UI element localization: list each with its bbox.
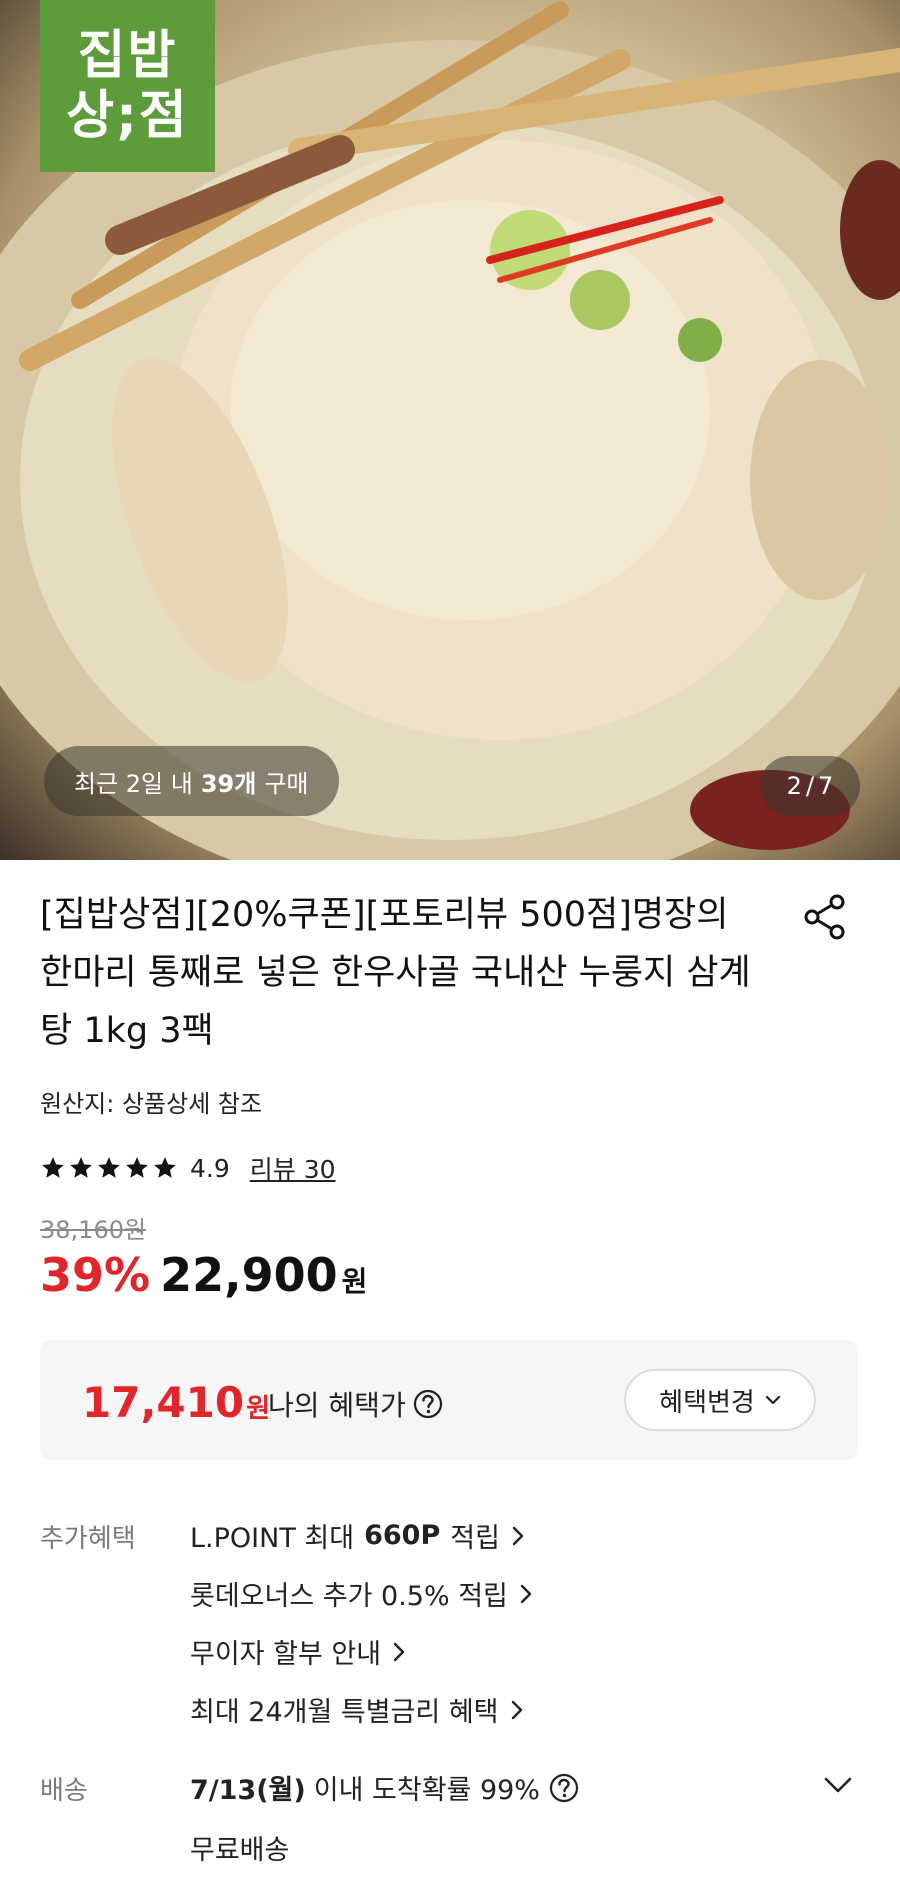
product-image[interactable]: 집밥 상;점 최근 2일 내 39개 구매 2 / 7 — [0, 0, 900, 860]
shipping-text: 이내 도착확률 99% — [313, 1775, 540, 1806]
rating-value: 4.9 — [190, 1153, 230, 1183]
recent-purchase-badge: 최근 2일 내 39개 구매 — [44, 746, 339, 816]
lpoint-benefit[interactable]: L.POINT 최대 660P 적립 — [190, 1516, 526, 1555]
chevron-right-icon — [393, 1642, 405, 1661]
share-icon — [804, 894, 845, 940]
benefit-item-label: 롯데오너스 추가 0.5% 적립 — [190, 1581, 508, 1612]
chevron-right-icon — [511, 1700, 522, 1719]
chevron-down-icon — [765, 1395, 780, 1405]
origin-info: 원산지: 상품상세 참조 — [40, 1090, 263, 1118]
rating-stars — [40, 1155, 178, 1181]
image-page-counter: 2 / 7 — [760, 756, 860, 816]
free-shipping: 무료배송 — [190, 1835, 290, 1866]
product-title: [집밥상점][20%쿠폰][포토리뷰 500점]명장의 한마리 통째로 넣은 한… — [40, 895, 751, 1051]
sale-price: 22,900 — [160, 1248, 338, 1302]
logo-line-1: 집밥 — [77, 26, 178, 86]
shipping-date: 7/13(월) — [190, 1775, 306, 1806]
extra-benefit-label: 추가혜택 — [40, 1524, 136, 1554]
page-total: 7 — [818, 772, 834, 800]
question-icon[interactable] — [412, 1388, 444, 1420]
benefit-price-box: 17,410 원 나의 혜택가 혜택변경 — [40, 1340, 858, 1460]
star-icon — [154, 1157, 176, 1178]
brand-logo: 집밥 상;점 — [40, 0, 215, 172]
special-interest-benefit[interactable]: 최대 24개월 특별금리 혜택 — [190, 1690, 525, 1729]
star-icon — [98, 1157, 120, 1178]
star-icon — [126, 1157, 148, 1178]
page-current: 2 — [786, 772, 802, 800]
shipping-label: 배송 — [40, 1776, 88, 1806]
benefit-item-label: 최대 24개월 특별금리 혜택 — [190, 1697, 499, 1728]
original-price: 38,160원 — [40, 1216, 147, 1244]
shipping-info: 7/13(월) 이내 도착확률 99% — [190, 1768, 580, 1807]
recent-count: 39개 — [200, 769, 257, 798]
star-icon — [42, 1157, 64, 1178]
sale-price-unit: 원 — [341, 1265, 368, 1298]
share-button[interactable] — [800, 892, 850, 942]
installment-info[interactable]: 무이자 할부 안내 — [190, 1632, 407, 1671]
benefit-change-label: 혜택변경 — [659, 1387, 755, 1418]
chevron-down-icon[interactable] — [820, 1770, 856, 1800]
benefit-price-unit: 원 — [246, 1394, 270, 1424]
benefit-label-text: 나의 혜택가 — [268, 1389, 406, 1422]
chevron-right-icon — [520, 1584, 532, 1603]
benefit-item-label: 무이자 할부 안내 — [190, 1639, 382, 1670]
page-separator: / — [805, 772, 815, 800]
price-row: 39% 22,900 원 — [40, 1248, 367, 1302]
logo-line-2: 상;점 — [66, 86, 189, 146]
benefit-price: 17,410 원 — [82, 1378, 270, 1427]
recent-suffix: 구매 — [264, 769, 309, 798]
lpoint-suffix: 적립 — [450, 1523, 500, 1554]
lpoint-prefix: L.POINT 최대 — [190, 1523, 355, 1554]
lotte-owners-benefit[interactable]: 롯데오너스 추가 0.5% 적립 — [190, 1574, 534, 1613]
rating-row: 4.9 리뷰 30 — [40, 1150, 336, 1186]
benefit-label: 나의 혜택가 — [268, 1384, 444, 1424]
question-icon[interactable] — [548, 1772, 580, 1804]
benefit-change-button[interactable]: 혜택변경 — [624, 1369, 816, 1431]
recent-prefix: 최근 2일 내 — [74, 769, 193, 798]
benefit-price-amount: 17,410 — [82, 1378, 245, 1427]
review-link[interactable]: 리뷰 30 — [250, 1150, 336, 1186]
chevron-right-icon — [512, 1526, 524, 1545]
discount-rate: 39% — [40, 1248, 151, 1302]
star-icon — [70, 1157, 92, 1178]
lpoint-amount: 660P — [364, 1520, 441, 1551]
